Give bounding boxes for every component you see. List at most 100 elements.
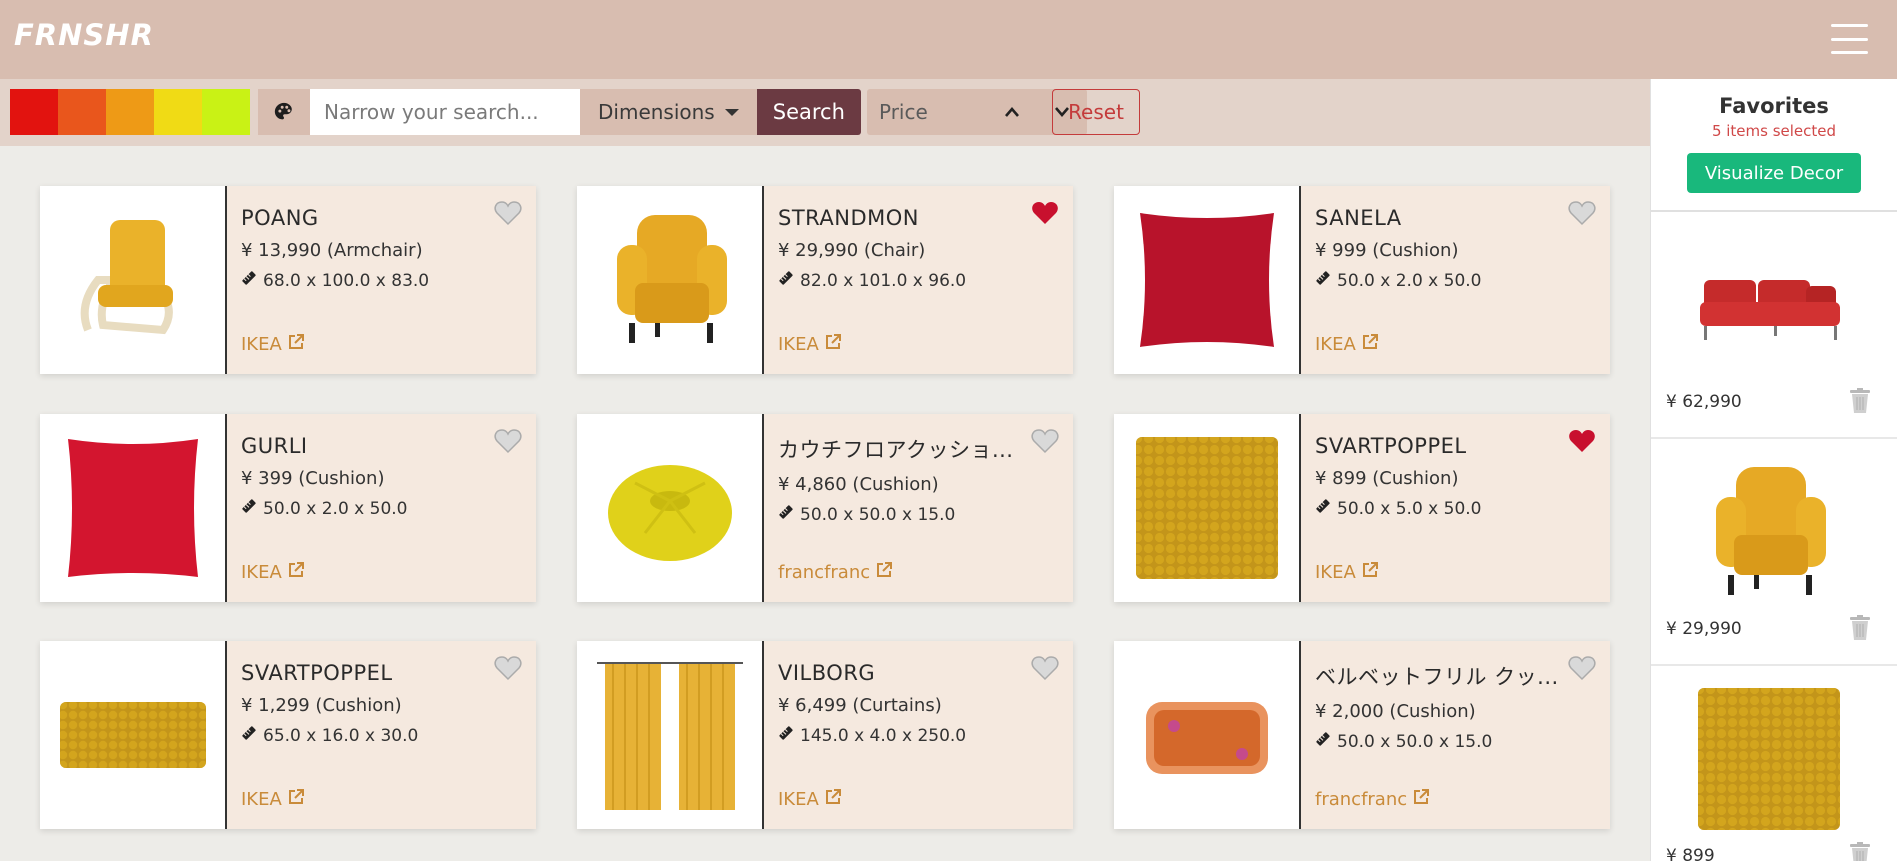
ruler-icon	[1315, 270, 1331, 291]
store-link[interactable]: francfranc	[1315, 789, 1430, 810]
product-price: ¥ 399 (Cushion)	[241, 468, 385, 489]
heart-outline-icon[interactable]	[494, 200, 522, 226]
price-ascending-button[interactable]	[987, 89, 1037, 135]
product-name: カウチフロアクッショ...	[778, 438, 1014, 462]
store-link[interactable]: IKEA	[778, 789, 841, 810]
store-name: IKEA	[1315, 562, 1356, 583]
favorite-image[interactable]	[1689, 457, 1849, 607]
favorites-title: Favorites	[1719, 94, 1829, 118]
search-input[interactable]	[310, 89, 580, 135]
product-dimensions: 50.0 x 2.0 x 50.0	[241, 498, 536, 519]
color-swatch-yellow[interactable]	[154, 89, 202, 135]
product-card[interactable]: SANELA ¥ 999 (Cushion) 50.0 x 2.0 x 50.0…	[1114, 186, 1610, 374]
store-link[interactable]: francfranc	[778, 562, 893, 583]
heart-filled-icon[interactable]	[1031, 200, 1059, 226]
product-price: ¥ 999 (Cushion)	[1315, 240, 1459, 261]
store-name: IKEA	[241, 334, 282, 355]
heart-filled-icon[interactable]	[1568, 428, 1596, 454]
product-price: ¥ 13,990 (Armchair)	[241, 240, 423, 261]
product-info: SANELA ¥ 999 (Cushion) 50.0 x 2.0 x 50.0…	[1301, 186, 1610, 374]
ruler-icon	[1315, 731, 1331, 752]
heart-outline-icon[interactable]	[1031, 655, 1059, 681]
product-info: SVARTPOPPEL ¥ 899 (Cushion) 50.0 x 5.0 x…	[1301, 414, 1610, 602]
heart-outline-icon[interactable]	[494, 428, 522, 454]
favorite-item[interactable]: ¥ 899	[1651, 666, 1897, 861]
trash-icon[interactable]	[1849, 615, 1871, 641]
store-name: francfranc	[1315, 789, 1408, 810]
product-card[interactable]: POANG ¥ 13,990 (Armchair) 68.0 x 100.0 x…	[40, 186, 536, 374]
heart-outline-icon[interactable]	[1568, 200, 1596, 226]
palette-icon	[274, 102, 292, 120]
app-logo[interactable]: FRNSHR	[14, 18, 154, 52]
product-image[interactable]	[1114, 641, 1301, 829]
product-name: SVARTPOPPEL	[1315, 434, 1467, 458]
product-name: SANELA	[1315, 206, 1402, 230]
product-card[interactable]: GURLI ¥ 399 (Cushion) 50.0 x 2.0 x 50.0 …	[40, 414, 536, 602]
store-name: IKEA	[241, 562, 282, 583]
product-card[interactable]: VILBORG ¥ 6,499 (Curtains) 145.0 x 4.0 x…	[577, 641, 1073, 829]
product-card[interactable]: カウチフロアクッショ... ¥ 4,860 (Cushion) 50.0 x 5…	[577, 414, 1073, 602]
product-dimensions-text: 50.0 x 2.0 x 50.0	[1337, 270, 1482, 291]
product-name: SVARTPOPPEL	[241, 661, 393, 685]
trash-icon[interactable]	[1849, 842, 1871, 861]
store-name: IKEA	[241, 789, 282, 810]
store-link[interactable]: IKEA	[1315, 334, 1378, 355]
favorite-item[interactable]: ¥ 62,990	[1651, 212, 1897, 439]
product-image[interactable]	[577, 186, 764, 374]
ruler-icon	[241, 270, 257, 291]
product-dimensions: 65.0 x 16.0 x 30.0	[241, 725, 536, 746]
product-price: ¥ 4,860 (Cushion)	[778, 474, 939, 495]
store-link[interactable]: IKEA	[241, 562, 304, 583]
product-image[interactable]	[577, 641, 764, 829]
product-card[interactable]: STRANDMON ¥ 29,990 (Chair) 82.0 x 101.0 …	[577, 186, 1073, 374]
external-link-icon	[1413, 789, 1430, 810]
trash-icon[interactable]	[1849, 388, 1871, 414]
dimensions-dropdown[interactable]: Dimensions	[580, 89, 757, 135]
color-swatch-orange[interactable]	[106, 89, 154, 135]
favorite-image[interactable]	[1689, 684, 1849, 834]
visualize-decor-button[interactable]: Visualize Decor	[1687, 153, 1861, 193]
external-link-icon	[825, 789, 841, 810]
product-dimensions: 145.0 x 4.0 x 250.0	[778, 725, 1073, 746]
store-link[interactable]: IKEA	[1315, 562, 1378, 583]
product-dimensions: 82.0 x 101.0 x 96.0	[778, 270, 1073, 291]
caret-down-icon	[724, 108, 739, 116]
store-link[interactable]: IKEA	[241, 334, 304, 355]
menu-icon[interactable]	[1831, 24, 1868, 54]
color-swatch-lime[interactable]	[202, 89, 250, 135]
product-image[interactable]	[1114, 414, 1301, 602]
product-image[interactable]	[1114, 186, 1301, 374]
external-link-icon	[288, 789, 304, 810]
product-image[interactable]	[40, 641, 227, 829]
chevron-up-icon	[1005, 107, 1019, 117]
store-link[interactable]: IKEA	[241, 789, 304, 810]
product-card[interactable]: SVARTPOPPEL ¥ 899 (Cushion) 50.0 x 5.0 x…	[1114, 414, 1610, 602]
product-image[interactable]	[40, 414, 227, 602]
external-link-icon	[288, 562, 304, 583]
product-info: カウチフロアクッショ... ¥ 4,860 (Cushion) 50.0 x 5…	[764, 414, 1073, 602]
search-button[interactable]: Search	[756, 89, 861, 135]
product-price: ¥ 29,990 (Chair)	[778, 240, 926, 261]
product-card[interactable]: ベルベットフリル クッ... ¥ 2,000 (Cushion) 50.0 x …	[1114, 641, 1610, 829]
product-card[interactable]: SVARTPOPPEL ¥ 1,299 (Cushion) 65.0 x 16.…	[40, 641, 536, 829]
favorite-item[interactable]: ¥ 29,990	[1651, 439, 1897, 666]
heart-outline-icon[interactable]	[494, 655, 522, 681]
reset-button[interactable]: Reset	[1052, 89, 1140, 135]
favorites-header: Favorites 5 items selected Visualize Dec…	[1651, 79, 1897, 212]
external-link-icon	[288, 334, 304, 355]
favorite-image[interactable]	[1689, 230, 1849, 380]
product-image[interactable]	[40, 186, 227, 374]
color-swatch-orange-red[interactable]	[58, 89, 106, 135]
heart-outline-icon[interactable]	[1568, 655, 1596, 681]
heart-outline-icon[interactable]	[1031, 428, 1059, 454]
external-link-icon	[1362, 334, 1378, 355]
color-swatch-red[interactable]	[10, 89, 58, 135]
product-dimensions-text: 65.0 x 16.0 x 30.0	[263, 725, 419, 746]
favorites-count: 5 items selected	[1711, 122, 1837, 140]
product-dimensions-text: 50.0 x 50.0 x 15.0	[800, 504, 956, 525]
palette-button[interactable]	[258, 89, 310, 135]
store-name: francfranc	[778, 562, 871, 583]
product-info: ベルベットフリル クッ... ¥ 2,000 (Cushion) 50.0 x …	[1301, 641, 1610, 829]
product-image[interactable]	[577, 414, 764, 602]
store-link[interactable]: IKEA	[778, 334, 841, 355]
